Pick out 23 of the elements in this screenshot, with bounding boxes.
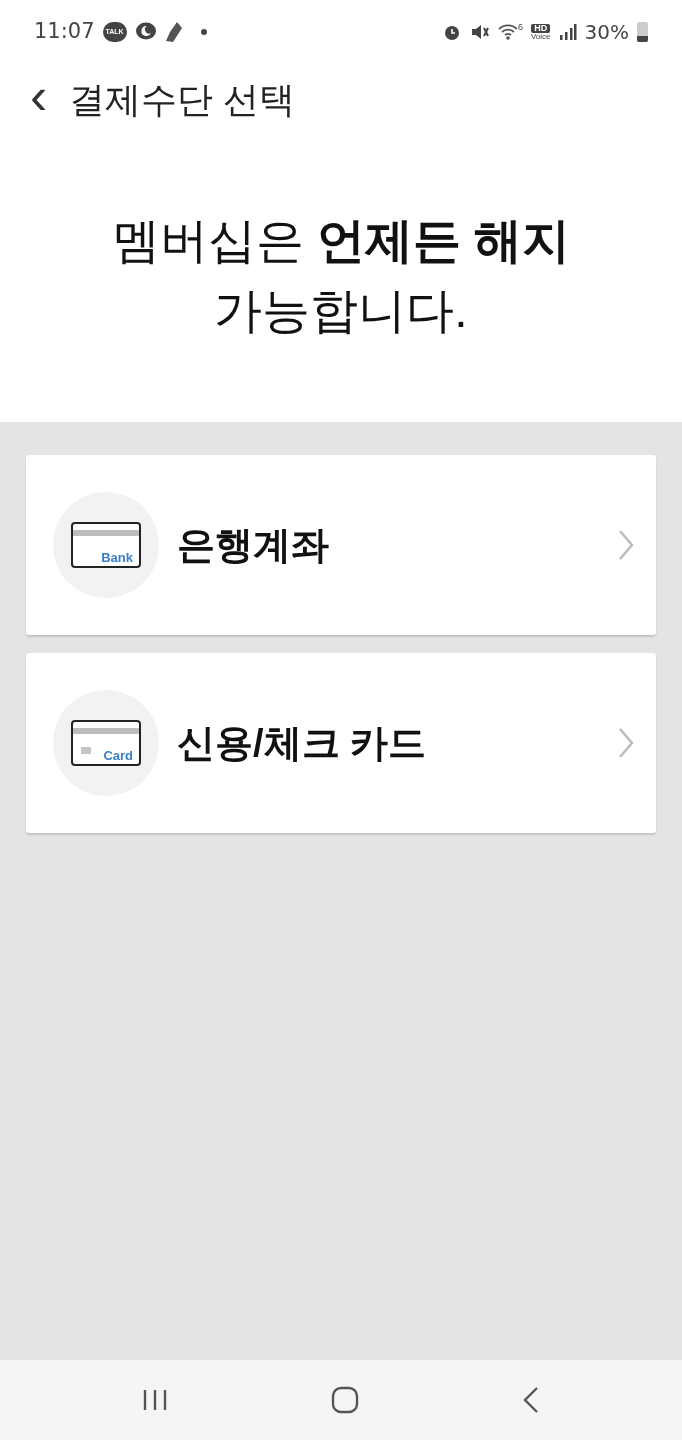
back-icon[interactable] [522,1386,541,1414]
mute-icon [469,22,490,42]
home-icon[interactable] [331,1386,359,1414]
card-chip [81,747,91,754]
back-button[interactable]: ‹ [30,70,48,122]
page-title: 결제수단 선택 [69,78,296,122]
headline: 멤버십은 언제든 해지 가능합니다. [110,213,572,339]
status-time: 11:07 [34,18,95,46]
method-label: 신용/체크 카드 [177,720,428,766]
recents-icon[interactable] [141,1388,168,1412]
battery-percent: 30% [584,19,629,46]
moon-chat-icon [134,22,157,42]
signal-icon [558,23,577,41]
icon-label: Card [103,749,133,762]
network-badge: HD [531,23,551,33]
payment-method-item[interactable]: Bank 은행계좌 [26,455,656,635]
network-sub: Voice [530,32,551,41]
method-label: 은행계좌 [177,522,330,568]
chevron-right-icon [618,727,634,759]
icon-label: Bank [101,551,133,564]
payment-method-item[interactable]: Card 신용/체크 카드 [26,653,656,833]
battery-icon [637,22,648,42]
chevron-right-icon [618,529,634,561]
